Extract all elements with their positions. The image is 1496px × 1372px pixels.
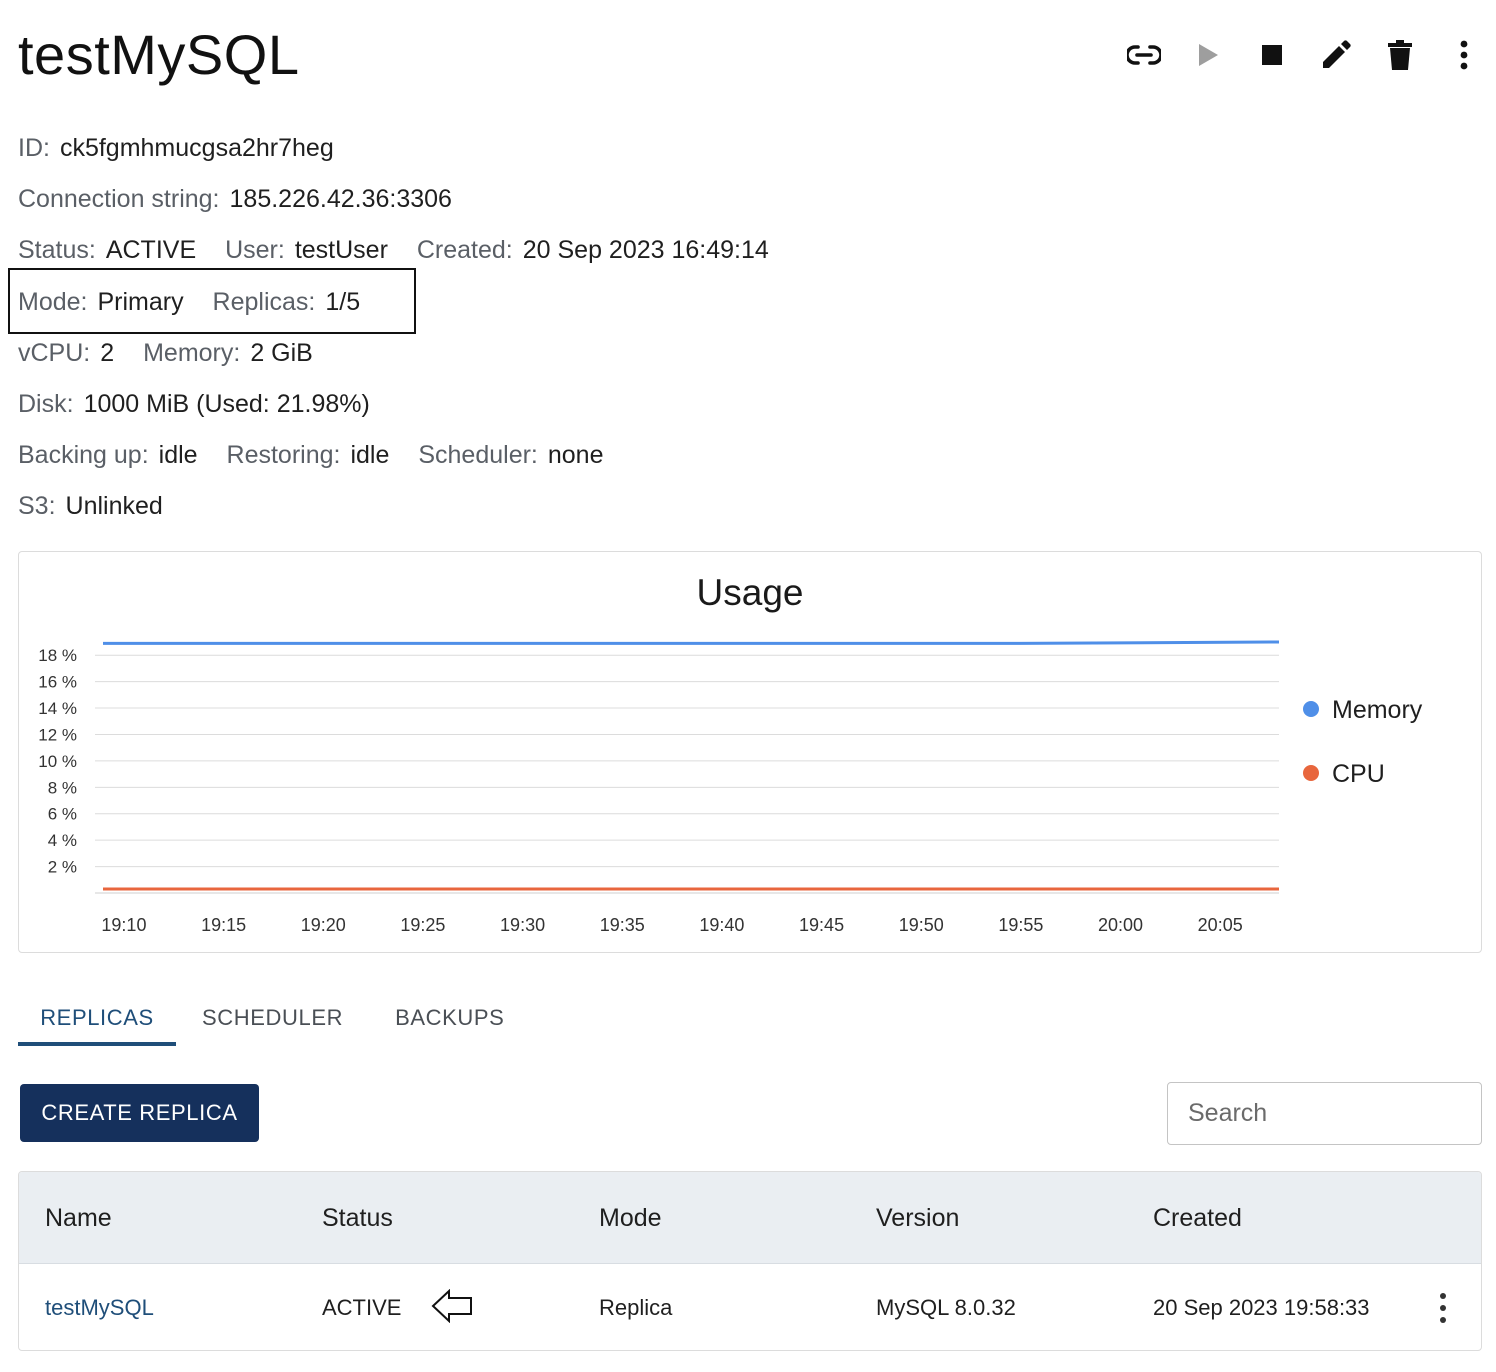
disk-row: Disk: 1000 MiB (Used: 21.98%) — [18, 390, 370, 419]
replicas-value: 1/5 — [325, 288, 361, 316]
y-tick-label: 12 % — [38, 725, 77, 744]
jobs-row: Backing up: idle Restoring: idle Scheduler… — [18, 441, 626, 470]
connection-row: Connection string: 185.226.42.36:3306 — [18, 185, 452, 214]
x-tick-label: 19:35 — [600, 915, 645, 935]
create-replica-button[interactable]: CREATE REPLICA — [20, 1084, 259, 1142]
x-tick-label: 19:50 — [899, 915, 944, 935]
legend-label-cpu: CPU — [1332, 760, 1385, 788]
status-value: ACTIVE — [105, 236, 197, 264]
replica-mode: Replica — [599, 1295, 673, 1320]
row-more-icon[interactable] — [1433, 1290, 1453, 1326]
tab-scheduler[interactable]: SCHEDULER — [176, 990, 369, 1046]
user-value: testUser — [294, 236, 388, 264]
replica-name-link[interactable]: testMySQL — [45, 1264, 154, 1350]
play-icon[interactable] — [1190, 30, 1226, 80]
scheduler-label: Scheduler: — [418, 441, 538, 469]
replicas-table: Name Status Mode Version Created testMyS… — [18, 1171, 1482, 1351]
column-header-created: Created — [1153, 1204, 1242, 1232]
usage-chart: 2 % 4 % 6 % 8 % 10 % 12 % 14 % 16 % 18 % 19:10 19:… — [38, 640, 1423, 935]
restoring-value: idle — [350, 441, 390, 469]
scheduler-value: none — [547, 441, 604, 469]
link-icon[interactable] — [1126, 30, 1162, 80]
id-value: ck5fgmhmucgsa2hr7heg — [59, 134, 334, 162]
x-tick-label: 19:40 — [699, 915, 744, 935]
more-vert-icon[interactable] — [1446, 30, 1482, 80]
x-tick-label: 19:45 — [799, 915, 844, 935]
series-line-memory — [103, 640, 1280, 645]
legend-marker-cpu — [1303, 765, 1319, 781]
y-tick-label: 10 % — [38, 752, 77, 771]
table-row: testMySQL ACTIVE Replica MySQL 8.0.32 20… — [19, 1264, 1481, 1350]
memory-label: Memory: — [143, 339, 241, 367]
y-tick-label: 2 % — [48, 858, 77, 877]
x-tick-label: 20:05 — [1198, 915, 1243, 935]
page-title: testMySQL — [18, 23, 300, 86]
x-tick-label: 19:20 — [301, 915, 346, 935]
usage-card: Usage 2 % 4 % 6 % 8 % 10 % 12 % 14 % 16 % 18 % 19… — [18, 551, 1482, 953]
y-tick-label: 4 % — [48, 831, 77, 850]
id-label: ID: — [18, 134, 50, 162]
x-tick-label: 19:25 — [400, 915, 445, 935]
replica-version: MySQL 8.0.32 — [876, 1295, 1016, 1320]
arrow-left-icon — [431, 1289, 472, 1323]
disk-value: 1000 MiB (Used: 21.98%) — [83, 390, 370, 418]
mode-value: Primary — [97, 288, 184, 316]
vcpu-label: vCPU: — [18, 339, 91, 367]
pencil-icon[interactable] — [1318, 30, 1354, 80]
backing-label: Backing up: — [18, 441, 149, 469]
x-tick-label: 19:55 — [998, 915, 1043, 935]
backing-value: idle — [158, 441, 198, 469]
status-row: Status: ACTIVE User: testUser Created: 20 S… — [18, 236, 791, 265]
status-label: Status: — [18, 236, 96, 264]
tab-replicas[interactable]: REPLICAS — [18, 990, 176, 1046]
tab-bar: REPLICAS SCHEDULER BACKUPS — [18, 990, 530, 1056]
trash-icon[interactable] — [1382, 30, 1418, 80]
y-tick-label: 6 % — [48, 805, 77, 824]
s3-label: S3: — [18, 492, 56, 520]
column-header-status: Status — [322, 1204, 393, 1232]
x-tick-label: 19:15 — [201, 915, 246, 935]
connection-label: Connection string: — [18, 185, 220, 213]
mode-label: Mode: — [18, 288, 88, 316]
created-value: 20 Sep 2023 16:49:14 — [522, 236, 769, 264]
replica-status: ACTIVE — [322, 1295, 402, 1320]
search-input[interactable] — [1167, 1082, 1482, 1145]
y-tick-label: 8 % — [48, 778, 77, 797]
disk-label: Disk: — [18, 390, 74, 418]
created-label: Created: — [416, 236, 513, 264]
legend-label-memory: Memory — [1332, 696, 1423, 724]
id-row: ID: ck5fgmhmucgsa2hr7heg — [18, 134, 334, 163]
column-header-mode: Mode — [599, 1204, 662, 1232]
s3-value: Unlinked — [65, 492, 163, 520]
connection-value: 185.226.42.36:3306 — [229, 185, 452, 213]
replica-created: 20 Sep 2023 19:58:33 — [1153, 1295, 1370, 1320]
table-header: Name Status Mode Version Created — [19, 1172, 1481, 1264]
legend-marker-memory — [1303, 701, 1319, 717]
restoring-label: Restoring: — [226, 441, 341, 469]
x-tick-label: 19:30 — [500, 915, 545, 935]
y-tick-label: 18 % — [38, 646, 77, 665]
resources-row: vCPU: 2 Memory: 2 GiB — [18, 339, 335, 368]
tab-backups[interactable]: BACKUPS — [369, 990, 530, 1046]
x-tick-label: 19:10 — [101, 915, 146, 935]
y-tick-label: 16 % — [38, 673, 77, 692]
toolbar — [1126, 30, 1482, 80]
mode-row: Mode: Primary Replicas: 1/5 — [18, 288, 382, 317]
user-label: User: — [225, 236, 285, 264]
replicas-label: Replicas: — [212, 288, 316, 316]
stop-icon[interactable] — [1254, 30, 1290, 80]
column-header-name: Name — [45, 1204, 112, 1232]
memory-value: 2 GiB — [250, 339, 313, 367]
vcpu-value: 2 — [100, 339, 115, 367]
y-tick-label: 14 % — [38, 699, 77, 718]
column-header-version: Version — [876, 1204, 960, 1232]
x-tick-label: 20:00 — [1098, 915, 1143, 935]
s3-row: S3: Unlinked — [18, 492, 163, 521]
